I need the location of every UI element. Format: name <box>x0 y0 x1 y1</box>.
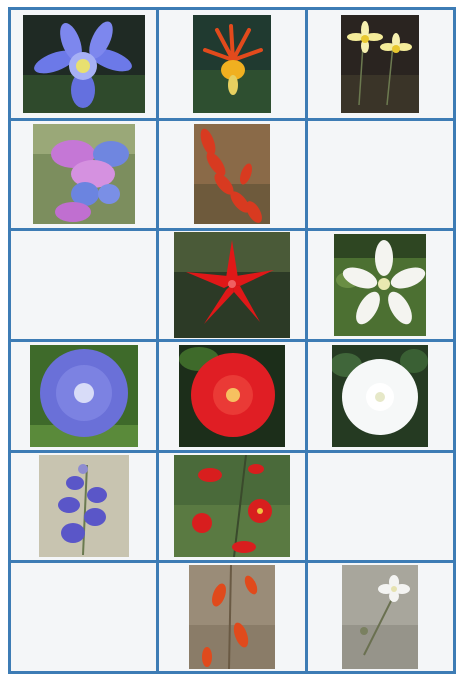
white-small-flower-icon <box>342 565 419 670</box>
flower-grid <box>8 7 456 674</box>
blue-morning-glory-icon <box>29 344 138 447</box>
blue-columbine-flower-icon <box>22 14 145 113</box>
red-penstemon-flower-icon <box>193 124 270 225</box>
cell-r6-c3 <box>307 563 453 671</box>
white-morning-glory-icon <box>332 344 429 447</box>
cell-r3-c2 <box>159 231 305 339</box>
cell-r5-c1 <box>11 452 157 561</box>
white-star-flower-icon <box>334 234 427 337</box>
cell-r5-c2 <box>159 452 305 561</box>
cell-r4-c2 <box>159 341 305 450</box>
cell-r6-c1 <box>11 563 157 671</box>
red-morning-glory-icon <box>178 344 285 447</box>
cell-r1-c3 <box>307 10 453 118</box>
red-columbine-flower-icon <box>192 14 271 113</box>
cell-r6-c2 <box>159 563 305 671</box>
orange-tubular-flower-icon <box>188 565 275 670</box>
cell-r2-c2 <box>159 120 305 229</box>
cell-r3-c3 <box>307 231 453 339</box>
red-trumpet-flower-icon <box>173 455 290 558</box>
cell-r3-c1 <box>11 231 157 339</box>
cell-r5-c3 <box>307 452 453 561</box>
red-star-flower-icon <box>173 232 290 339</box>
yellow-columbine-flower-icon <box>341 14 420 113</box>
cell-r1-c1 <box>11 10 157 118</box>
cell-r2-c1 <box>11 120 157 229</box>
cell-r1-c2 <box>159 10 305 118</box>
cell-r4-c3 <box>307 341 453 450</box>
blue-penstemon-flower-icon <box>32 124 135 225</box>
blue-larkspur-icon <box>38 455 129 558</box>
cell-r2-c3 <box>307 120 453 229</box>
cell-r4-c1 <box>11 341 157 450</box>
